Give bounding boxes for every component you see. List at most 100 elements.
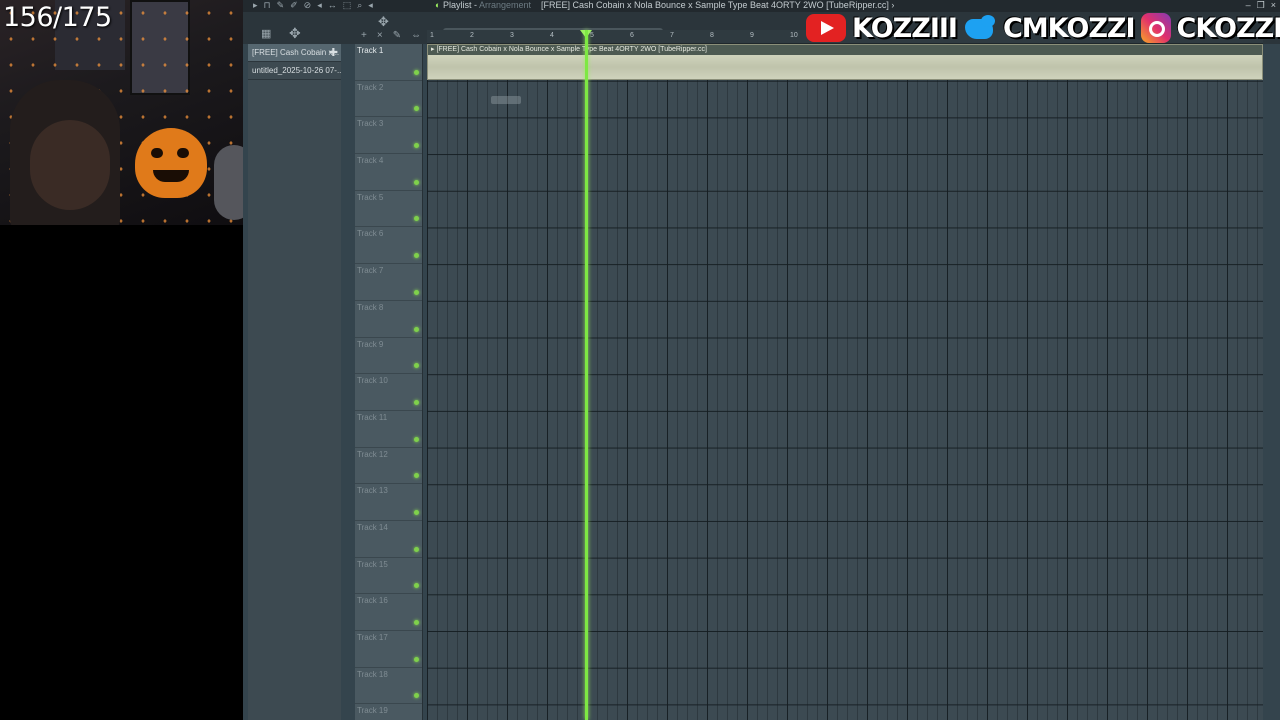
track-header[interactable]: Track 16 — [355, 594, 422, 631]
bar-number: 8 — [710, 32, 714, 39]
track-led-icon[interactable] — [414, 693, 419, 699]
track-header[interactable]: Track 12 — [355, 448, 422, 485]
track-header[interactable]: Track 8 — [355, 301, 422, 338]
picker-panel: [FREE] Cash Cobain x... ✚ untitled_2025-… — [248, 44, 341, 720]
track-header[interactable]: Track 1 — [355, 44, 422, 81]
youtube-handle: KOZZIII — [852, 12, 958, 44]
bar-number: 3 — [510, 32, 514, 39]
play-icon[interactable]: ▸ — [253, 0, 258, 11]
track-led-icon[interactable] — [414, 546, 419, 552]
track-label: Track 6 — [357, 229, 384, 239]
track-header[interactable]: Track 7 — [355, 264, 422, 301]
playlist-icon: ◐ — [435, 0, 443, 10]
stretch-icon[interactable]: ⇔ — [411, 30, 421, 44]
bar-number: 6 — [630, 32, 634, 39]
track-led-icon[interactable] — [414, 179, 419, 185]
track-label: Track 3 — [357, 119, 384, 129]
track-label: Track 11 — [357, 412, 388, 422]
track-led-icon[interactable] — [414, 656, 419, 662]
social-banner: KOZZIII CMKOZZI CKOZZI — [806, 8, 1280, 48]
track-header[interactable]: Track 9 — [355, 338, 422, 375]
track-led-icon[interactable] — [414, 143, 419, 149]
pumpkin-decoration — [135, 128, 207, 198]
brush-icon[interactable]: ✐ — [290, 0, 298, 11]
track-led-icon[interactable] — [414, 326, 419, 332]
track-header[interactable]: Track 19 — [355, 704, 422, 720]
select-icon[interactable]: ⬚ — [343, 0, 352, 11]
bar-number: 1 — [430, 32, 434, 39]
track-label: Track 14 — [357, 522, 388, 532]
track-led-icon[interactable] — [414, 69, 419, 75]
pumpkin-eye — [151, 148, 163, 158]
track-label: Track 13 — [357, 486, 388, 496]
track-label: Track 9 — [357, 339, 384, 349]
track-header[interactable]: Track 6 — [355, 227, 422, 265]
zoom-icon[interactable]: ⌕ — [357, 0, 362, 11]
bar-number: 4 — [550, 32, 554, 39]
track-led-icon[interactable] — [414, 473, 419, 479]
browser-item[interactable]: untitled_2025-10-26 07-... — [248, 62, 341, 80]
track-led-icon[interactable] — [414, 436, 419, 442]
bar-number: 10 — [790, 32, 798, 39]
track-led-icon[interactable] — [414, 509, 419, 515]
track-label: Track 1 — [357, 46, 384, 55]
ghost-clip — [491, 96, 521, 104]
track-label: Track 10 — [357, 376, 388, 386]
clip-waveform — [428, 55, 1262, 79]
track-header[interactable]: Track 18 — [355, 668, 422, 705]
toolbar-icons: ▸ ⊓ ✎ ✐ ⊘ ◂ ↔ ⬚ ⌕ ◂ — [253, 0, 373, 11]
track-led-icon[interactable] — [414, 106, 419, 112]
track-header[interactable]: Track 11 — [355, 411, 422, 448]
slip-icon[interactable]: ↔ — [328, 0, 337, 11]
pumpkin-mouth — [153, 170, 189, 182]
track-label: Track 12 — [357, 449, 388, 459]
magnet-icon[interactable]: ⊓ — [264, 0, 271, 11]
webcam-feed — [0, 0, 248, 225]
mute-icon[interactable]: ◂ — [317, 0, 322, 11]
track-label: Track 4 — [357, 156, 384, 166]
pencil-icon[interactable]: ✎ — [393, 30, 401, 44]
track-led-icon[interactable] — [414, 583, 419, 589]
track-label: Track 2 — [357, 82, 384, 92]
playhead[interactable] — [585, 30, 588, 720]
track-label: Track 8 — [357, 302, 384, 312]
browser-item-label: untitled_2025-10-26 07-... — [252, 66, 341, 75]
track-led-icon[interactable] — [414, 289, 419, 295]
track-label: Track 16 — [357, 596, 388, 606]
streamer-face — [30, 120, 110, 210]
remove-track-icon[interactable]: × — [377, 30, 383, 44]
browser-item[interactable]: [FREE] Cash Cobain x... ✚ — [248, 44, 341, 62]
instagram-handle: CKOZZI — [1176, 12, 1280, 44]
pattern-icon[interactable]: ▦ — [261, 27, 271, 40]
delete-icon[interactable]: ⊘ — [304, 0, 312, 11]
audio-clip[interactable]: ▸ [FREE] Cash Cobain x Nola Bounce x Sam… — [427, 44, 1263, 80]
track-led-icon[interactable] — [414, 253, 419, 259]
track-header[interactable]: Track 10 — [355, 374, 422, 411]
instagram-icon — [1140, 13, 1171, 43]
pencil-icon[interactable]: ✎ — [277, 0, 285, 11]
track-header-toolbar: + × ✎ ⇔ — [355, 30, 423, 44]
track-label: Track 15 — [357, 559, 388, 569]
track-header[interactable]: Track 13 — [355, 484, 422, 521]
track-label: Track 19 — [357, 706, 388, 716]
track-header[interactable]: Track 15 — [355, 558, 422, 595]
playlist-grid[interactable] — [427, 44, 1263, 720]
add-track-icon[interactable]: + — [361, 30, 367, 44]
track-led-icon[interactable] — [414, 399, 419, 405]
track-header[interactable]: Track 14 — [355, 521, 422, 558]
track-header[interactable]: Track 17 — [355, 631, 422, 668]
track-led-icon[interactable] — [414, 620, 419, 625]
track-header[interactable]: Track 5 — [355, 191, 422, 228]
track-led-icon[interactable] — [414, 363, 419, 369]
track-header[interactable]: Track 3 — [355, 117, 422, 155]
move-icon[interactable]: ✥ — [289, 25, 301, 42]
scroll-move-icon[interactable]: ✥ — [378, 14, 389, 30]
add-icon[interactable]: ✚ — [329, 44, 338, 61]
track-header[interactable]: Track 2 — [355, 81, 422, 118]
playback-icon[interactable]: ◂ — [368, 0, 373, 11]
pumpkin-eye — [177, 148, 189, 158]
track-label: Track 17 — [357, 633, 388, 642]
track-header[interactable]: Track 4 — [355, 154, 422, 191]
fl-studio-window: ▸ ⊓ ✎ ✐ ⊘ ◂ ↔ ⬚ ⌕ ◂ ◐ Playlist - Arrange… — [243, 0, 1280, 720]
track-led-icon[interactable] — [414, 216, 419, 222]
